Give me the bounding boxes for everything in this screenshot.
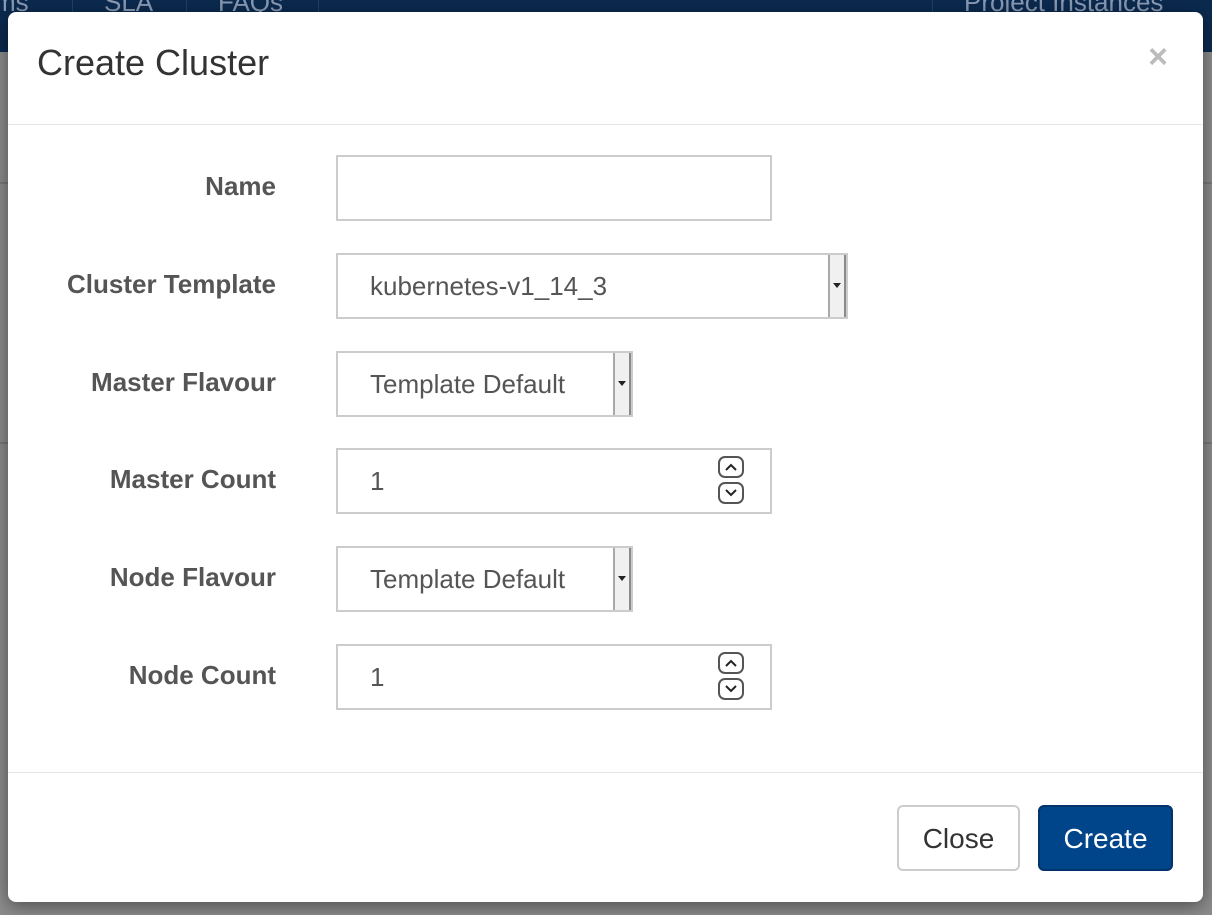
master-count-field [336,448,772,514]
node-count-stepper [718,652,746,704]
decrement-button[interactable] [718,482,744,504]
cluster-template-label: Cluster Template [66,269,276,299]
node-flavour-value: Template Default [370,564,566,594]
modal-header: Create Cluster × [8,12,1203,125]
close-button[interactable]: Close [897,805,1020,871]
name-label: Name [205,171,276,201]
node-flavour-select[interactable]: Template Default [336,546,633,612]
create-cluster-modal: Create Cluster × Name Cluster Template k… [8,12,1203,902]
close-icon[interactable]: × [1143,40,1173,74]
master-count-input[interactable] [338,450,770,512]
chevron-up-icon [725,659,737,667]
cluster-template-value: kubernetes-v1_14_3 [370,271,608,301]
master-flavour-select[interactable]: Template Default [336,351,633,417]
chevron-down-icon [725,685,737,693]
name-input[interactable] [338,157,770,219]
form-row-master-flavour: Master Flavour Template Default [8,351,1203,419]
dropdown-handle[interactable] [613,548,631,610]
caret-down-icon [618,381,626,386]
node-count-input[interactable] [338,646,770,708]
master-count-stepper [718,456,746,508]
modal-footer: Close Create [8,772,1203,903]
modal-title: Create Cluster [37,42,270,83]
node-count-field [336,644,772,710]
increment-button[interactable] [718,652,744,674]
decrement-button[interactable] [718,678,744,700]
chevron-down-icon [725,489,737,497]
caret-down-icon [618,576,626,581]
dropdown-handle[interactable] [828,255,846,317]
node-flavour-label: Node Flavour [109,562,276,592]
form-row-name: Name [8,155,1203,223]
increment-button[interactable] [718,456,744,478]
master-flavour-label: Master Flavour [91,367,276,397]
master-flavour-value: Template Default [370,369,566,399]
form-row-master-count: Master Count [8,448,1203,516]
name-field [336,155,772,221]
form-row-cluster-template: Cluster Template kubernetes-v1_14_3 [8,253,1203,321]
cluster-template-select[interactable]: kubernetes-v1_14_3 [336,253,848,319]
form-row-node-count: Node Count [8,644,1203,712]
chevron-up-icon [725,463,737,471]
form-row-node-flavour: Node Flavour Template Default [8,546,1203,614]
dropdown-handle[interactable] [613,353,631,415]
master-count-label: Master Count [109,464,276,494]
create-button[interactable]: Create [1038,805,1173,871]
caret-down-icon [833,283,841,288]
node-count-label: Node Count [128,660,276,690]
